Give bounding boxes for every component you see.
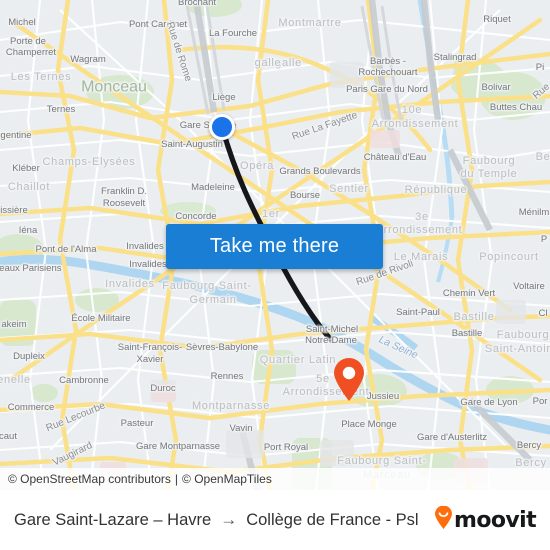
moovit-logo[interactable]: moovit	[434, 505, 537, 535]
trip-destination-label: Collège de France - Psl	[246, 510, 419, 529]
moovit-pin-icon	[434, 505, 453, 535]
origin-marker[interactable]	[209, 114, 235, 140]
map-canvas[interactable]: Michel Pont Cardinet Brochant La Fourche Mon…	[0, 0, 550, 490]
attribution-separator: |	[174, 472, 179, 486]
arrow-right-icon: →	[220, 510, 238, 529]
attribution-osm[interactable]: © OpenStreetMap contributors	[8, 472, 171, 486]
trip-summary: Gare Saint-Lazare – Havre → Collège de F…	[14, 510, 434, 530]
trip-origin-label: Gare Saint-Lazare – Havre	[14, 510, 212, 529]
moovit-wordmark: moovit	[454, 507, 537, 533]
take-me-there-button[interactable]: Take me there	[166, 224, 383, 269]
moovit-trip-map-screen: Michel Pont Cardinet Brochant La Fourche Mon…	[0, 0, 550, 550]
trip-footer: Gare Saint-Lazare – Havre → Collège de F…	[0, 490, 550, 550]
attribution-tiles[interactable]: © OpenMapTiles	[182, 472, 272, 486]
map-attribution: © OpenStreetMap contributors | © OpenMap…	[0, 468, 550, 490]
